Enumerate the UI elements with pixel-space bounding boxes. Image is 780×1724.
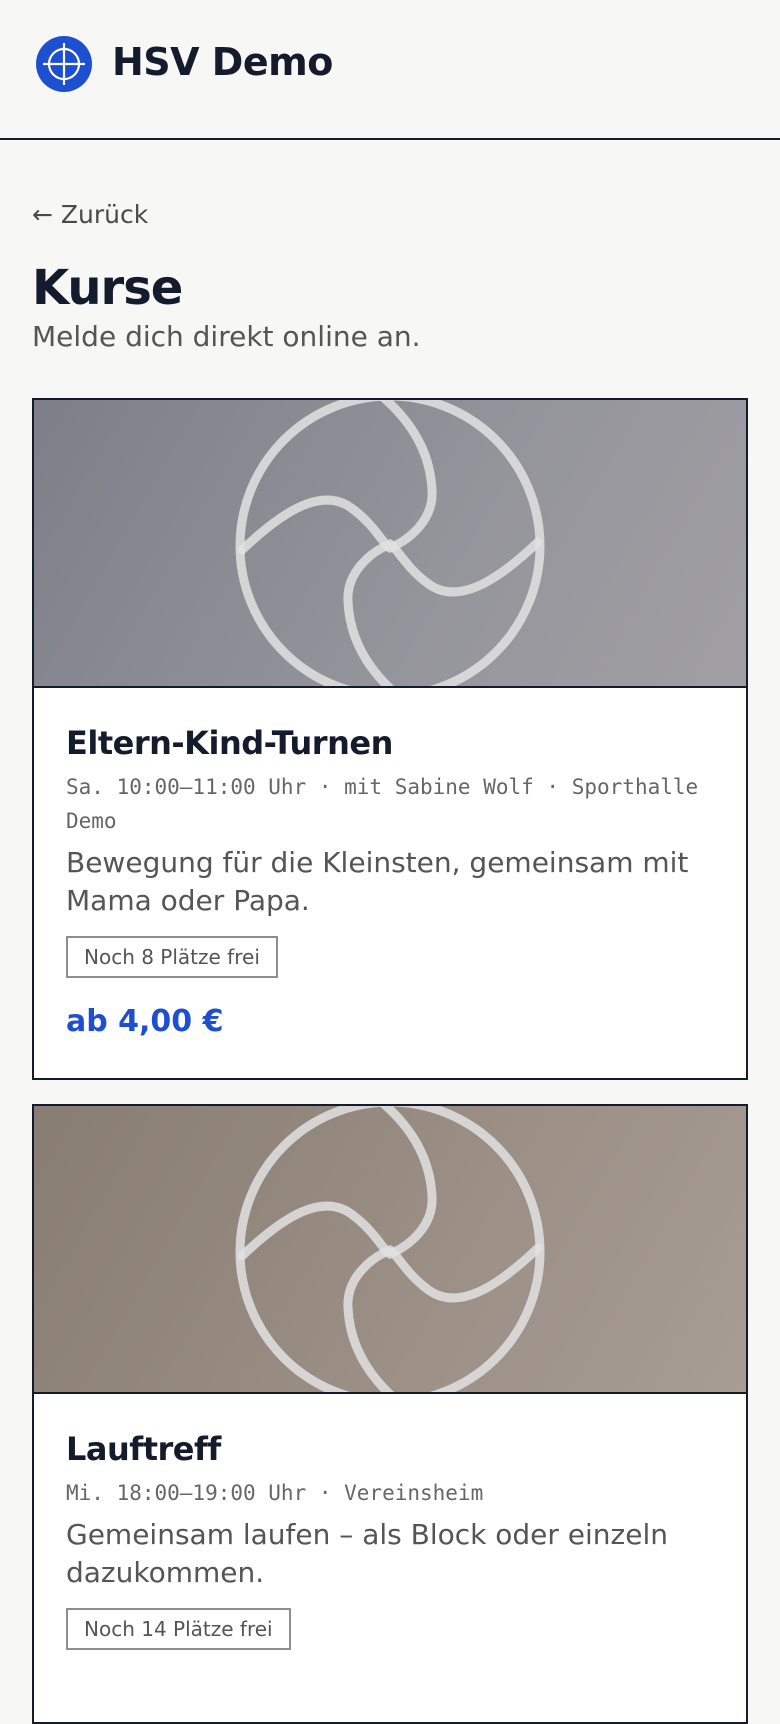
- course-title[interactable]: Eltern-Kind-Turnen: [66, 720, 716, 766]
- page-subtitle: Melde dich direkt online an.: [32, 320, 421, 353]
- brand-name[interactable]: HSV Demo: [112, 40, 333, 84]
- course-card[interactable]: Eltern-Kind-Turnen Sa. 10:00–11:00 Uhr ·…: [32, 398, 748, 1080]
- app-header: HSV Demo: [0, 0, 780, 140]
- page-title: Kurse: [32, 260, 183, 316]
- ball-icon: [235, 1106, 545, 1392]
- course-card-body: Eltern-Kind-Turnen Sa. 10:00–11:00 Uhr ·…: [66, 720, 716, 1039]
- availability-badge: Noch 14 Plätze frei: [66, 1608, 291, 1650]
- course-card-body: Lauftreff Mi. 18:00–19:00 Uhr · Vereinsh…: [66, 1426, 716, 1650]
- course-description: Bewegung für die Kleinsten, gemeinsam mi…: [66, 846, 689, 917]
- course-price: ab 4,00 €: [66, 1004, 224, 1039]
- course-image: [34, 400, 746, 688]
- crosshair-icon[interactable]: [35, 35, 93, 93]
- course-schedule: Mi. 18:00–19:00 Uhr · Vereinsheim: [66, 1481, 484, 1505]
- course-title[interactable]: Lauftreff: [66, 1426, 716, 1472]
- course-schedule: Sa. 10:00–11:00 Uhr · mit Sabine Wolf · …: [66, 775, 699, 833]
- course-description: Gemeinsam laufen – als Block oder einzel…: [66, 1518, 668, 1589]
- course-card[interactable]: Lauftreff Mi. 18:00–19:00 Uhr · Vereinsh…: [32, 1104, 748, 1724]
- availability-badge: Noch 8 Plätze frei: [66, 936, 278, 978]
- back-link[interactable]: ← Zurück: [32, 200, 148, 229]
- ball-icon: [235, 400, 545, 686]
- course-image: [34, 1106, 746, 1394]
